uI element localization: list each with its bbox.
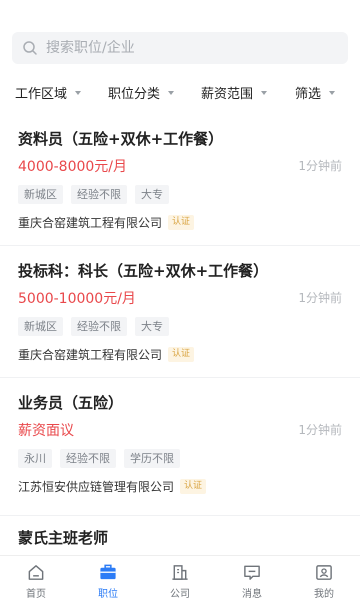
caret-down-icon bbox=[329, 90, 336, 95]
search-input[interactable] bbox=[46, 40, 326, 56]
job-tag: 经验不限 bbox=[71, 185, 127, 204]
filter-label: 职位分类 bbox=[108, 87, 161, 102]
tab-label: 职位 bbox=[98, 589, 118, 600]
tab-jobs[interactable]: 职位 bbox=[72, 556, 144, 600]
company-row: 江苏恒安供应链管理有限公司 认证 bbox=[18, 476, 342, 496]
caret-down-icon bbox=[168, 90, 175, 95]
filter-label: 工作区域 bbox=[15, 87, 68, 102]
tab-label: 公司 bbox=[170, 589, 190, 600]
job-tag: 新城区 bbox=[18, 185, 63, 204]
filter-job-category[interactable]: 职位分类 bbox=[108, 83, 175, 102]
job-time: 1分钟前 bbox=[298, 291, 342, 305]
filter-label: 薪资范围 bbox=[201, 87, 254, 102]
job-tag: 学历不限 bbox=[124, 449, 180, 468]
tab-home[interactable]: 首页 bbox=[0, 556, 72, 600]
job-salary: 薪资面议 bbox=[18, 423, 74, 439]
job-tag: 新城区 bbox=[18, 317, 63, 336]
job-time: 1分钟前 bbox=[298, 423, 342, 437]
job-card[interactable]: 业务员（五险） 薪资面议 1分钟前 永川 经验不限 学历不限 江苏恒安供应链管理… bbox=[0, 378, 360, 516]
search-bar[interactable] bbox=[12, 32, 348, 64]
verified-badge: 认证 bbox=[168, 346, 195, 362]
job-title: 业务员（五险） bbox=[18, 394, 124, 412]
tab-company[interactable]: 公司 bbox=[144, 556, 216, 600]
job-tags: 新城区 经验不限 大专 bbox=[18, 317, 342, 337]
job-title: 投标科：科长（五险+双休+工作餐） bbox=[18, 262, 269, 280]
tab-label: 我的 bbox=[314, 589, 334, 600]
company-row: 重庆合窑建筑工程有限公司 认证 bbox=[18, 344, 342, 364]
tab-profile[interactable]: 我的 bbox=[288, 556, 360, 600]
filter-salary-range[interactable]: 薪资范围 bbox=[201, 83, 268, 102]
profile-icon bbox=[316, 565, 332, 580]
job-title: 资料员（五险+双休+工作餐） bbox=[18, 130, 224, 148]
filter-bar: 工作区域 职位分类 薪资范围 筛选 bbox=[0, 76, 360, 106]
caret-down-icon bbox=[261, 90, 268, 95]
job-salary: 4000-8000元/月 bbox=[18, 159, 128, 175]
bottom-tab-bar: 首页 职位 公司 消息 我的 bbox=[0, 555, 360, 600]
company-name: 重庆合窑建筑工程有限公司 bbox=[18, 347, 163, 362]
building-icon bbox=[172, 565, 188, 580]
job-tag: 大专 bbox=[135, 317, 169, 336]
job-tag: 经验不限 bbox=[60, 449, 116, 468]
company-row: 重庆合窑建筑工程有限公司 认证 bbox=[18, 212, 342, 232]
company-name: 重庆合窑建筑工程有限公司 bbox=[18, 215, 163, 230]
job-time: 1分钟前 bbox=[298, 159, 342, 173]
job-tag: 经验不限 bbox=[71, 317, 127, 336]
job-tags: 新城区 经验不限 大专 bbox=[18, 185, 342, 205]
job-title-partial[interactable]: 蒙氏主班老师 bbox=[18, 527, 108, 548]
verified-badge: 认证 bbox=[168, 214, 195, 230]
filter-work-area[interactable]: 工作区域 bbox=[15, 83, 82, 102]
message-icon bbox=[244, 565, 260, 580]
search-icon bbox=[23, 41, 37, 55]
tab-messages[interactable]: 消息 bbox=[216, 556, 288, 600]
verified-badge: 认证 bbox=[180, 478, 207, 494]
caret-down-icon bbox=[75, 90, 82, 95]
job-card[interactable]: 投标科：科长（五险+双休+工作餐） 5000-10000元/月 1分钟前 新城区… bbox=[0, 246, 360, 378]
job-card[interactable]: 资料员（五险+双休+工作餐） 4000-8000元/月 1分钟前 新城区 经验不… bbox=[0, 114, 360, 246]
filter-more[interactable]: 筛选 bbox=[295, 83, 336, 102]
filter-label: 筛选 bbox=[295, 87, 322, 102]
job-tag: 永川 bbox=[18, 449, 52, 468]
job-tags: 永川 经验不限 学历不限 bbox=[18, 449, 342, 469]
job-tag: 大专 bbox=[135, 185, 169, 204]
job-salary: 5000-10000元/月 bbox=[18, 291, 136, 307]
company-name: 江苏恒安供应链管理有限公司 bbox=[18, 479, 175, 494]
briefcase-icon bbox=[100, 564, 116, 580]
tab-label: 首页 bbox=[26, 589, 46, 600]
tab-label: 消息 bbox=[242, 589, 262, 600]
home-icon bbox=[28, 565, 44, 580]
job-list: 资料员（五险+双休+工作餐） 4000-8000元/月 1分钟前 新城区 经验不… bbox=[0, 114, 360, 516]
